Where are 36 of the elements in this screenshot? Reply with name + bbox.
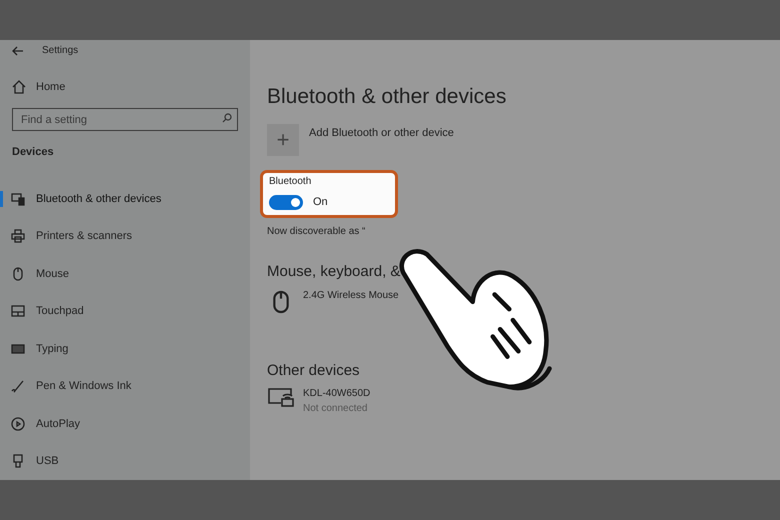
search-icon (222, 112, 232, 122)
window-title: Settings (42, 44, 78, 58)
sidebar-item[interactable]: Printers & scanners (36, 228, 132, 244)
mouse-icon (12, 266, 24, 281)
sidebar-item[interactable]: Pen & Windows Ink (36, 378, 132, 394)
add-device-button[interactable]: + (267, 124, 299, 156)
autoplay-icon (11, 416, 25, 431)
home-link[interactable]: Home (36, 78, 66, 95)
add-device-label[interactable]: Add Bluetooth or other device (309, 125, 454, 142)
sidebar-item[interactable]: Mouse (36, 266, 70, 282)
discoverable-text: Now discoverable as “ (267, 225, 366, 240)
toggle-state-label: On (313, 195, 328, 210)
device-status: Not connected (303, 402, 368, 416)
sidebar-item[interactable]: USB (36, 453, 59, 470)
display-icon (267, 386, 295, 408)
sidebar-item[interactable]: AutoPlay (36, 416, 80, 432)
home-icon[interactable] (12, 80, 26, 94)
pen-icon (11, 379, 25, 394)
bluetooth-label: Bluetooth (269, 175, 312, 190)
sidebar-item[interactable]: Typing (36, 340, 68, 357)
touchpad-icon (11, 305, 25, 318)
section-heading: Other devices (267, 360, 360, 381)
printer-icon (11, 229, 25, 244)
back-arrow-icon[interactable] (12, 46, 24, 56)
section-heading: Mouse, keyboard, & (267, 262, 400, 282)
device-name: KDL-40W650D (303, 387, 370, 402)
usb-icon (11, 454, 25, 468)
devices-icon (11, 192, 25, 206)
bluetooth-toggle[interactable] (269, 195, 303, 210)
sidebar-item[interactable]: Touchpad (36, 303, 84, 320)
search-field[interactable]: Find a setting (12, 108, 238, 131)
section-heading: Devices (11, 144, 55, 160)
device-name: 2.4G Wireless Mouse (303, 288, 399, 303)
keyboard-icon (11, 344, 25, 354)
page-title: Bluetooth & other devices (267, 84, 508, 110)
sidebar-item[interactable]: Bluetooth & other devices (36, 190, 162, 207)
